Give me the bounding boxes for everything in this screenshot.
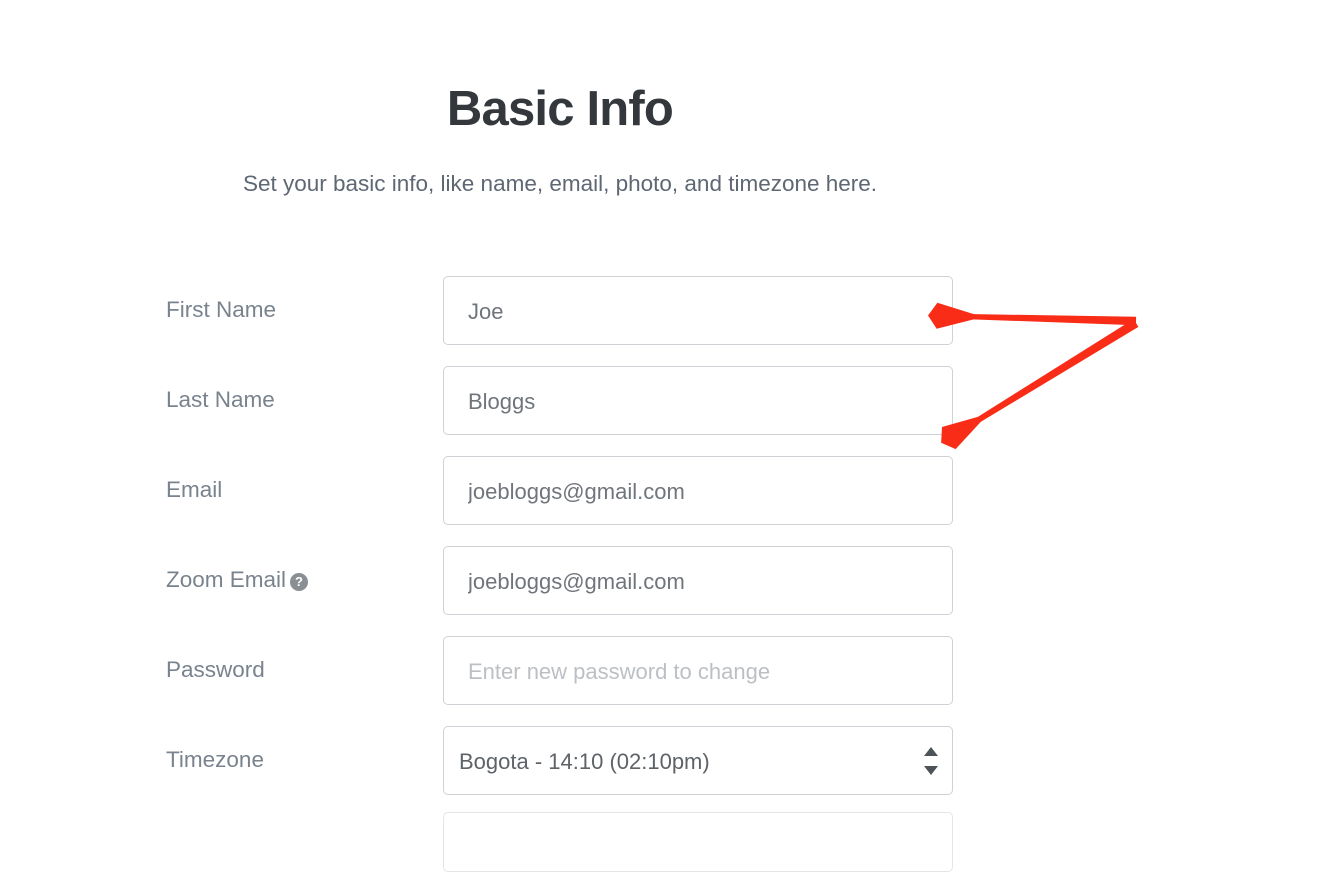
select-timezone[interactable]: Bogota - 14:10 (02:10pm) bbox=[443, 726, 953, 795]
label-zoom-email: Zoom Email? bbox=[166, 566, 428, 594]
basic-info-form: First Name Joe Last Name Bloggs Email jo… bbox=[0, 276, 1328, 816]
input-zoom-email-value: joebloggs@gmail.com bbox=[468, 569, 685, 594]
input-next-field-partial[interactable] bbox=[443, 812, 953, 872]
label-first-name-text: First Name bbox=[166, 297, 277, 322]
label-zoom-email-text: Zoom Email bbox=[166, 567, 287, 592]
form-row-timezone: Timezone Bogota - 14:10 (02:10pm) bbox=[0, 726, 1328, 816]
page-title: Basic Info bbox=[446, 82, 674, 136]
select-timezone-value: Bogota - 14:10 (02:10pm) bbox=[459, 749, 710, 774]
form-row-password: Password Enter new password to change bbox=[0, 636, 1328, 726]
input-zoom-email[interactable]: joebloggs@gmail.com bbox=[443, 546, 953, 615]
input-last-name[interactable]: Bloggs bbox=[443, 366, 953, 435]
input-last-name-value: Bloggs bbox=[468, 389, 536, 414]
input-email-value: joebloggs@gmail.com bbox=[468, 479, 685, 504]
form-row-email: Email joebloggs@gmail.com bbox=[0, 456, 1328, 546]
label-timezone: Timezone bbox=[166, 746, 428, 774]
form-row-first-name: First Name Joe bbox=[0, 276, 1328, 366]
input-email[interactable]: joebloggs@gmail.com bbox=[443, 456, 953, 525]
label-last-name: Last Name bbox=[166, 386, 428, 414]
updown-spinner-icon[interactable] bbox=[924, 746, 938, 776]
input-password-placeholder: Enter new password to change bbox=[468, 659, 771, 684]
label-last-name-text: Last Name bbox=[166, 387, 275, 412]
input-first-name-value: Joe bbox=[468, 299, 504, 324]
page-subtitle: Set your basic info, like name, email, p… bbox=[242, 170, 878, 196]
form-row-zoom-email: Zoom Email? joebloggs@gmail.com bbox=[0, 546, 1328, 636]
form-row-last-name: Last Name Bloggs bbox=[0, 366, 1328, 456]
label-email: Email bbox=[166, 476, 428, 504]
input-password[interactable]: Enter new password to change bbox=[443, 636, 953, 705]
label-password: Password bbox=[166, 656, 428, 684]
question-mark-icon[interactable]: ? bbox=[290, 573, 309, 591]
label-first-name: First Name bbox=[166, 296, 428, 324]
label-password-text: Password bbox=[166, 657, 265, 682]
label-timezone-text: Timezone bbox=[166, 747, 264, 772]
input-first-name[interactable]: Joe bbox=[443, 276, 953, 345]
label-email-text: Email bbox=[166, 477, 223, 502]
page-header: Basic Info Set your basic info, like nam… bbox=[0, 0, 1120, 197]
